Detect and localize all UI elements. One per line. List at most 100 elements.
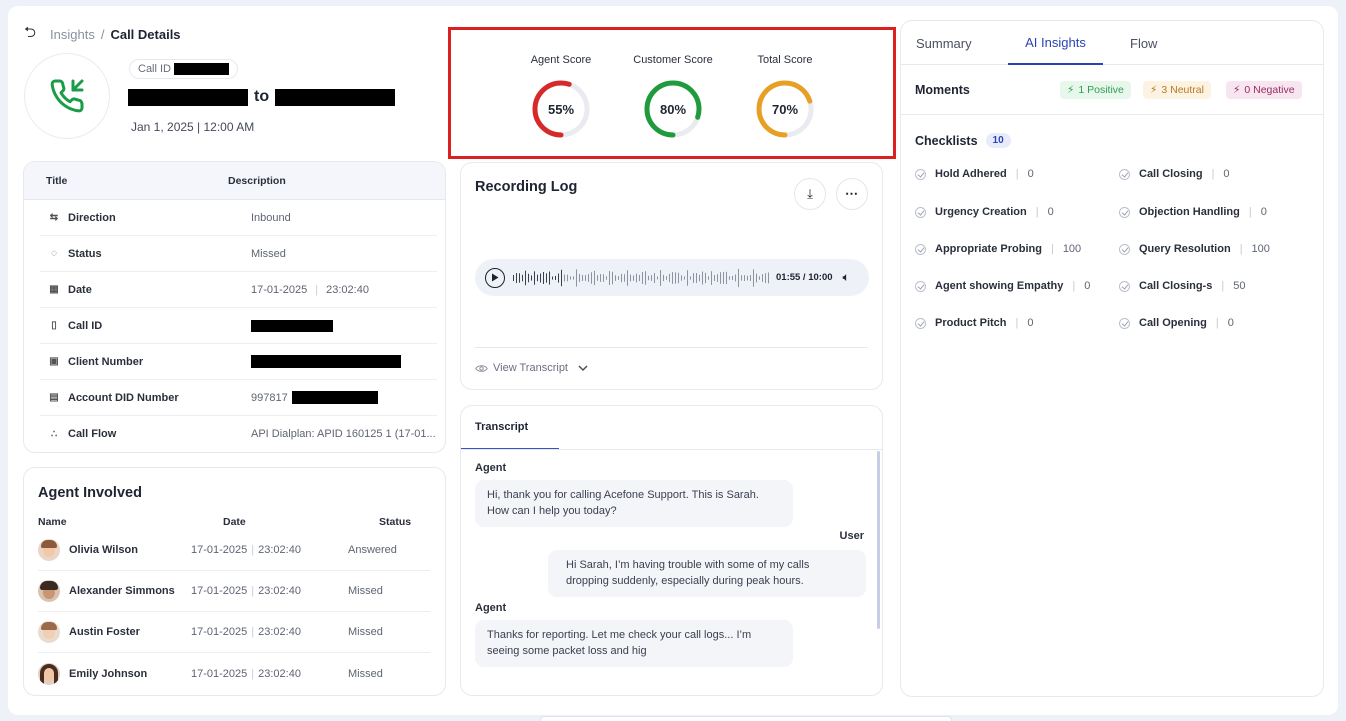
waveform-bar: [621, 273, 622, 282]
waveform-bar: [534, 270, 535, 285]
redacted-client-number: [251, 355, 401, 368]
waveform-bar: [540, 273, 541, 282]
waveform-bar: [759, 275, 760, 280]
agent-row[interactable]: Austin Foster 17-01-2025 | 23:02:40 Missed: [38, 612, 430, 653]
redacted-did-number: [291, 391, 378, 404]
checklist-name: Product Pitch: [935, 317, 1007, 329]
detail-value: Missed: [251, 247, 286, 260]
detail-label: Call Flow: [68, 428, 117, 440]
agent-row[interactable]: Emily Johnson 17-01-2025 | 23:02:40 Missed: [38, 653, 430, 694]
positive-moments-badge[interactable]: ⚡︎ 1 Positive: [1060, 81, 1131, 99]
waveform-bar: [600, 273, 601, 282]
redacted-callee: [275, 88, 396, 106]
waveform-bar: [594, 270, 595, 285]
waveform-bar: [768, 272, 769, 283]
playback-time: 01:55 / 10:00: [776, 272, 833, 283]
call-parties: to: [128, 88, 396, 106]
waveform-bar: [555, 275, 556, 280]
message-line: Hi Sarah, I’m having trouble with some o…: [566, 559, 810, 571]
document-icon: ▯: [51, 320, 57, 331]
status-circle-icon: ◌: [51, 248, 57, 259]
download-button[interactable]: ⤓: [794, 178, 826, 210]
checklist-item[interactable]: Call Closing | 0: [1119, 168, 1230, 180]
checklist-name: Agent showing Empathy: [935, 280, 1064, 292]
more-options-button[interactable]: ⋯: [836, 178, 868, 210]
waveform-bar: [705, 272, 706, 283]
download-icon: ⤓: [807, 186, 813, 201]
checklist-item[interactable]: Objection Handling | 0: [1119, 206, 1267, 218]
check-circle-icon: [1119, 168, 1130, 180]
checklist-item[interactable]: Urgency Creation | 0: [915, 206, 1054, 218]
agent-row[interactable]: Olivia Wilson 17-01-2025 | 23:02:40 Answer…: [38, 530, 430, 571]
waveform-bar: [612, 271, 613, 284]
agent-name: Austin Foster: [69, 626, 140, 638]
tab-flow[interactable]: Flow: [1130, 21, 1157, 65]
tab-ai-insights[interactable]: AI Insights: [1008, 21, 1103, 65]
waveform-bar: [558, 273, 559, 283]
negative-moments-badge[interactable]: ⚡︎ 0 Negative: [1226, 81, 1302, 99]
waveform-bar: [639, 274, 640, 281]
waveform-bar: [720, 271, 721, 284]
agent-row[interactable]: Alexander Simmons 17-01-2025 | 23:02:40 Mi…: [38, 571, 430, 612]
checklists-count-badge: 10: [985, 133, 1011, 148]
neutral-moments-badge[interactable]: ⚡︎ 3 Neutral: [1143, 81, 1211, 99]
agent-status: Missed: [348, 585, 383, 597]
speaker-label: Agent: [475, 462, 507, 474]
redacted-call-id-value: [251, 319, 333, 332]
waveform-bar: [567, 274, 568, 281]
waveform-bar: [660, 269, 661, 286]
check-circle-icon: [1119, 243, 1130, 255]
calendar-icon: ▦: [49, 284, 59, 295]
checklist-item[interactable]: Hold Adhered | 0: [915, 168, 1034, 180]
waveform-bar: [735, 274, 736, 281]
checklist-item[interactable]: Call Closing-s | 50: [1119, 280, 1245, 292]
waveform-bar: [645, 270, 646, 285]
waveform-bar: [516, 272, 517, 283]
score-ring: 80%: [644, 80, 702, 138]
waveform-bar: [663, 274, 664, 281]
tab-transcript[interactable]: Transcript: [461, 406, 559, 450]
checklist-value: 100: [1251, 243, 1270, 255]
message-line: Hi, thank you for calling Acefone Suppor…: [487, 489, 759, 501]
breadcrumb-parent[interactable]: Insights: [50, 27, 95, 42]
back-arrow-icon[interactable]: ⮌: [24, 22, 36, 47]
message-bubble: Thanks for reporting. Let me check your …: [475, 620, 793, 667]
detail-value: Inbound: [251, 211, 291, 224]
waveform-bar: [552, 276, 553, 280]
volume-icon[interactable]: 🔈︎: [843, 270, 850, 285]
scrollbar[interactable]: [877, 451, 880, 629]
checklist-item[interactable]: Product Pitch | 0: [915, 317, 1034, 329]
scores-panel: Agent Score 55% Customer Score 80% Total…: [448, 27, 896, 159]
detail-value: 997817: [251, 391, 288, 404]
waveform-bar: [642, 271, 643, 284]
call-datetime: Jan 1, 2025 | 12:00 AM: [131, 120, 255, 134]
detail-value[interactable]: API Dialplan: APID 160125 1 (17-01...: [251, 428, 436, 440]
contact-icon: ▣: [49, 356, 59, 367]
checklist-value: 0: [1260, 206, 1267, 218]
waveform-bar: [708, 275, 709, 280]
waveform-bar: [561, 269, 562, 286]
checklist-value: 50: [1233, 280, 1246, 292]
waveform-bar: [747, 275, 748, 280]
agent-status: Missed: [348, 626, 383, 638]
waveform-bar: [729, 275, 730, 280]
waveform-bar: [702, 271, 703, 285]
checklist-item[interactable]: Appropriate Probing | 100: [915, 243, 1081, 255]
waveform-bar: [654, 272, 655, 283]
checklist-item[interactable]: Call Opening | 0: [1119, 317, 1234, 329]
view-transcript-toggle[interactable]: View Transcript: [475, 362, 590, 374]
checklist-value: 0: [1227, 317, 1234, 329]
play-button[interactable]: [485, 267, 505, 288]
detail-row-client-number: ▣ Client Number: [40, 344, 437, 380]
play-icon: [492, 273, 499, 282]
audio-waveform-seekbar[interactable]: [512, 266, 770, 290]
waveform-bar: [531, 274, 532, 281]
tab-summary[interactable]: Summary: [916, 21, 972, 65]
detail-label: Account DID Number: [68, 391, 179, 404]
score-label: Agent Score: [530, 54, 592, 66]
checklist-value: 100: [1062, 243, 1082, 255]
agents-involved-card: Agent Involved Name Date Status Olivia W…: [23, 467, 446, 696]
checklist-item[interactable]: Query Resolution | 100: [1119, 243, 1270, 255]
waveform-bar: [741, 274, 742, 281]
checklist-item[interactable]: Agent showing Empathy | 0: [915, 280, 1090, 292]
